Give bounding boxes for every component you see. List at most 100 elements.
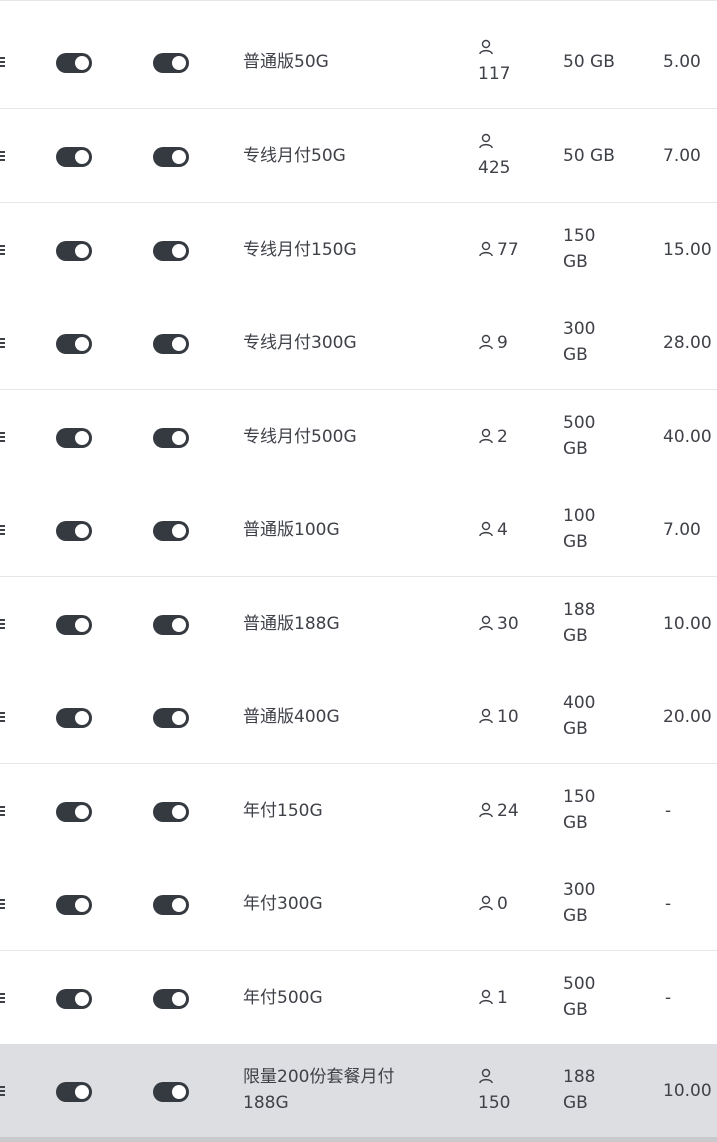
plan-name-line1: 限量200份套餐月付: [243, 1067, 395, 1087]
table-row[interactable]: 普通版188G 30 188 GB 10.00: [0, 577, 717, 671]
drag-handle-icon[interactable]: [0, 337, 6, 349]
traffic-value: 188 GB: [563, 597, 635, 649]
enabled-toggle[interactable]: [56, 708, 92, 728]
toggle-knob: [172, 244, 186, 258]
drag-handle-icon[interactable]: [0, 150, 6, 162]
price-value: 20.00: [663, 707, 712, 727]
plan-name: 专线月付300G: [243, 333, 357, 353]
user-count-value: 0: [497, 894, 508, 914]
traffic-unit: GB: [563, 1093, 588, 1113]
traffic-unit: GB: [563, 626, 588, 646]
visible-toggle[interactable]: [153, 53, 189, 73]
table-row[interactable]: 专线月付300G 9 300 GB 28.00: [0, 296, 717, 390]
enabled-toggle[interactable]: [56, 989, 92, 1009]
visible-toggle[interactable]: [153, 147, 189, 167]
drag-handle-icon[interactable]: [0, 618, 6, 630]
user-count-value: 10: [497, 707, 519, 727]
toggle-knob: [172, 337, 186, 351]
price-value: 15.00: [663, 240, 712, 260]
price-value: 7.00: [663, 146, 701, 166]
user-count: 30: [478, 611, 548, 637]
user-count-value: 24: [497, 801, 519, 821]
visible-toggle[interactable]: [153, 895, 189, 915]
traffic-value: 500 GB: [563, 410, 635, 462]
plan-name: 专线月付500G: [243, 427, 357, 447]
user-icon: [479, 133, 493, 149]
drag-handle-icon[interactable]: [0, 711, 6, 723]
price-value: 5.00: [663, 52, 701, 72]
plan-name: 年付300G: [243, 894, 323, 914]
table-row[interactable]: 专线月付50G 425 50 GB 7.00: [0, 109, 717, 203]
user-count: 425: [478, 129, 548, 181]
visible-toggle[interactable]: [153, 1082, 189, 1102]
toggle-knob: [172, 150, 186, 164]
table-row[interactable]: 专线月付150G 77 150 GB 15.00: [0, 203, 717, 297]
enabled-toggle[interactable]: [56, 334, 92, 354]
table-row[interactable]: 普通版50G 117 50 GB 5.00: [0, 15, 717, 109]
table-row[interactable]: 年付150G 24 150 GB -: [0, 764, 717, 858]
traffic-value: 50 GB: [563, 52, 615, 72]
toggle-knob: [172, 618, 186, 632]
user-icon: [479, 241, 493, 257]
drag-handle-icon[interactable]: [0, 898, 6, 910]
drag-handle-icon[interactable]: [0, 992, 6, 1004]
traffic-unit: GB: [563, 906, 588, 926]
enabled-toggle[interactable]: [56, 428, 92, 448]
traffic-value: 150 GB: [563, 223, 635, 275]
toggle-knob: [172, 992, 186, 1006]
drag-handle-icon[interactable]: [0, 524, 6, 536]
price-value: -: [665, 988, 672, 1008]
user-icon: [479, 989, 493, 1005]
traffic-number: 100: [563, 506, 596, 526]
visible-toggle[interactable]: [153, 428, 189, 448]
plan-name: 普通版400G: [243, 707, 340, 727]
traffic-value: 100 GB: [563, 503, 635, 555]
enabled-toggle[interactable]: [56, 241, 92, 261]
user-icon: [479, 895, 493, 911]
enabled-toggle[interactable]: [56, 802, 92, 822]
user-icon: [479, 615, 493, 631]
traffic-value: 188 GB: [563, 1064, 635, 1116]
traffic-unit: GB: [563, 439, 588, 459]
user-count-value: 425: [478, 158, 511, 178]
enabled-toggle[interactable]: [56, 147, 92, 167]
plan-name: 普通版188G: [243, 614, 340, 634]
visible-toggle[interactable]: [153, 521, 189, 541]
toggle-knob: [75, 150, 89, 164]
visible-toggle[interactable]: [153, 708, 189, 728]
table-row[interactable]: 限量200份套餐月付 188G 150 188 GB 10.00: [0, 1044, 717, 1138]
user-count-value: 2: [497, 427, 508, 447]
visible-toggle[interactable]: [153, 334, 189, 354]
drag-handle-icon[interactable]: [0, 244, 6, 256]
user-count-value: 117: [478, 64, 511, 84]
drag-handle-icon[interactable]: [0, 56, 6, 68]
enabled-toggle[interactable]: [56, 521, 92, 541]
table-row[interactable]: 普通版400G 10 400 GB 20.00: [0, 670, 717, 764]
price-value: 40.00: [663, 427, 712, 447]
enabled-toggle[interactable]: [56, 615, 92, 635]
traffic-unit: GB: [563, 532, 588, 552]
traffic-value: 500 GB: [563, 971, 635, 1023]
enabled-toggle[interactable]: [56, 895, 92, 915]
traffic-number: 500: [563, 413, 596, 433]
visible-toggle[interactable]: [153, 615, 189, 635]
table-row[interactable]: 年付300G 0 300 GB -: [0, 857, 717, 951]
visible-toggle[interactable]: [153, 802, 189, 822]
enabled-toggle[interactable]: [56, 53, 92, 73]
enabled-toggle[interactable]: [56, 1082, 92, 1102]
plan-name: 专线月付150G: [243, 240, 357, 260]
table-row[interactable]: 普通版100G 4 100 GB 7.00: [0, 483, 717, 577]
traffic-unit: GB: [563, 719, 588, 739]
user-count-value: 9: [497, 333, 508, 353]
plan-name: 普通版50G: [243, 52, 329, 72]
table-row[interactable]: 专线月付500G 2 500 GB 40.00: [0, 390, 717, 484]
plan-name: 年付500G: [243, 988, 323, 1008]
toggle-knob: [75, 1085, 89, 1099]
drag-handle-icon[interactable]: [0, 805, 6, 817]
visible-toggle[interactable]: [153, 241, 189, 261]
drag-handle-icon[interactable]: [0, 431, 6, 443]
user-count-value: 77: [497, 240, 519, 260]
table-row[interactable]: 年付500G 1 500 GB -: [0, 951, 717, 1045]
drag-handle-icon[interactable]: [0, 1085, 6, 1097]
visible-toggle[interactable]: [153, 989, 189, 1009]
